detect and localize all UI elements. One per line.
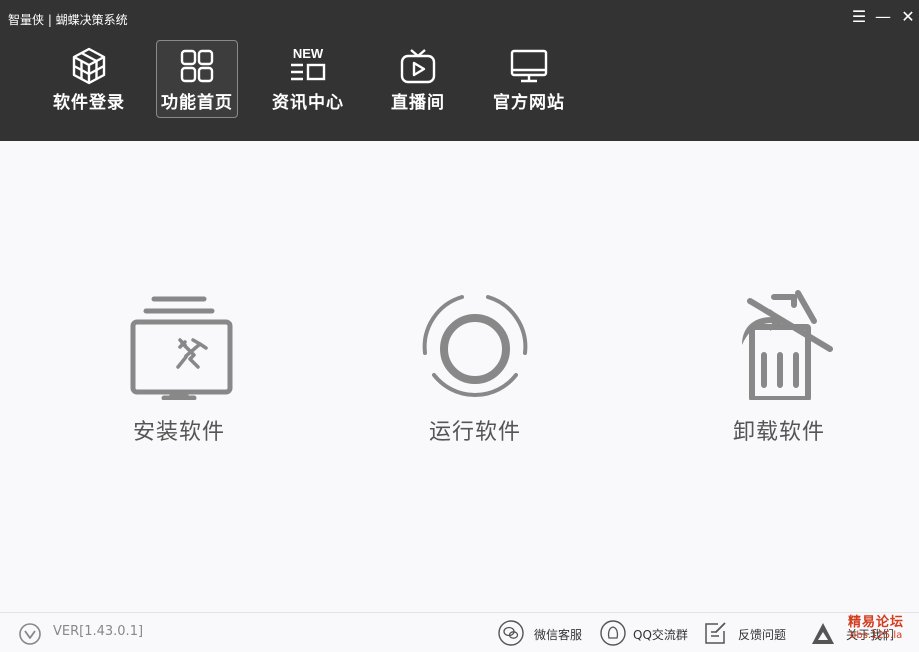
grid-icon [180, 49, 214, 83]
tv-icon [400, 49, 436, 84]
footer-bar: VER[1.43.0.1] 微信客服 QQ交流群 反馈问题 关于我们 [0, 612, 919, 652]
run-circle-icon [422, 295, 528, 398]
version-label: VER[1.43.0.1] [53, 624, 144, 639]
top-bar: 智量侠 | 蝴蝶决策系统 ☰ — ✕ 软件登录 功能首页 NEW 资讯中心 直播… [0, 0, 919, 141]
app-window: 智量侠 | 蝴蝶决策系统 ☰ — ✕ 软件登录 功能首页 NEW 资讯中心 直播… [0, 0, 919, 652]
qq-group-label: QQ交流群 [633, 628, 688, 642]
nav-label: 功能首页 [161, 93, 233, 113]
trash-icon [742, 290, 833, 400]
about-logo-icon [812, 623, 834, 644]
menu-icon[interactable]: ☰ [849, 6, 869, 28]
run-software-button[interactable]: 运行软件 [385, 285, 565, 455]
nav-live[interactable]: 直播间 [377, 40, 459, 118]
window-title: 智量侠 | 蝴蝶决策系统 [8, 13, 128, 27]
feedback-edit-icon [705, 622, 726, 644]
nav-official-site[interactable]: 官方网站 [488, 40, 570, 118]
wechat-icon [498, 620, 524, 646]
nav-label: 软件登录 [53, 93, 125, 113]
version-check-icon[interactable] [18, 622, 42, 646]
feedback-label: 反馈问题 [738, 628, 787, 642]
news-icon: NEW [291, 46, 326, 81]
news-badge: NEW [293, 46, 324, 61]
install-monitor-icon [130, 296, 233, 400]
nav-home[interactable]: 功能首页 [156, 40, 238, 118]
nav-label: 直播间 [391, 93, 445, 113]
run-software-label: 运行软件 [428, 420, 521, 445]
monitor-icon [510, 49, 548, 83]
minimize-button[interactable]: — [873, 6, 893, 28]
forum-watermark: 精易论坛 bbs.125.la [846, 610, 919, 651]
cube-icon [72, 47, 106, 85]
uninstall-software-label: 卸载软件 [732, 420, 825, 445]
qq-icon [600, 620, 626, 646]
nav-software-login[interactable]: 软件登录 [48, 40, 130, 118]
close-button[interactable]: ✕ [898, 6, 918, 28]
uninstall-software-button[interactable]: 卸载软件 [689, 285, 869, 455]
install-software-label: 安装软件 [132, 420, 225, 445]
wechat-support-label: 微信客服 [534, 628, 583, 642]
watermark-url: bbs.125.la [850, 630, 903, 641]
nav-label: 官方网站 [493, 93, 565, 113]
nav-label: 资讯中心 [272, 93, 344, 113]
nav-news[interactable]: NEW 资讯中心 [267, 40, 349, 118]
watermark-title: 精易论坛 [848, 615, 905, 630]
install-software-button[interactable]: 安装软件 [89, 285, 269, 455]
